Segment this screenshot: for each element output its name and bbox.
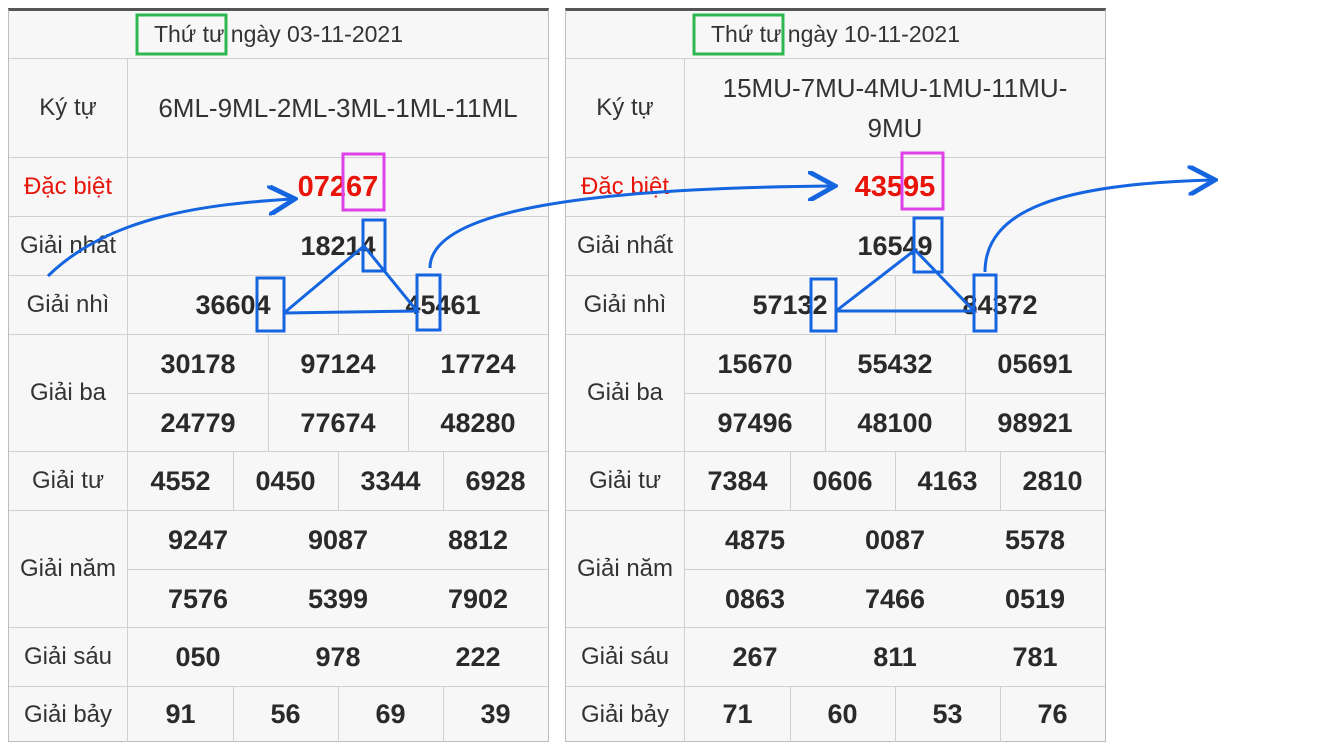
fourth-prize-2: 0450 [255,465,316,496]
seventh-prize-3: 53 [932,699,963,729]
row-fourth: Giải tư 4552 0450 3344 6928 [9,452,548,511]
seventh-prize-2: 56 [270,699,301,729]
first-prize: 16549 [857,230,933,261]
row-fifth: Giải năm 4875 0087 5578 0863 7466 0519 [566,511,1105,628]
fifth-prize-4: 7576 [167,583,229,614]
third-prize-1: 30178 [160,348,236,379]
fourth-prize-3: 4163 [917,465,978,496]
fifth-prize-1: 4875 [724,524,786,555]
fifth-prize-1: 9247 [167,524,229,555]
second-label: Giải nhì [566,276,685,334]
fourth-prize-3: 3344 [360,465,421,496]
sixth-label: Giải sáu [566,628,685,686]
seventh-prize-2: 60 [827,699,858,729]
row-second: Giải nhì 36604 45461 [9,276,548,335]
row-sixth: Giải sáu 267 811 781 [566,628,1105,687]
fifth-label: Giải năm [9,511,128,627]
special-prize: 43595 [854,170,936,203]
results-table-left: Thứ tư ngày 03-11-2021 Ký tự 6ML-9ML-2ML… [8,8,549,742]
date-header: Thứ tư ngày 03-11-2021 [9,11,548,59]
sixth-prize-1: 050 [175,641,221,672]
third-prize-5: 77674 [300,407,376,438]
sixth-prize-3: 781 [1012,641,1058,672]
row-first: Giải nhất 16549 [566,217,1105,276]
fifth-prize-2: 0087 [864,524,926,555]
code-value: 15MU-7MU-4MU-1MU-11MU-9MU [722,73,1068,143]
row-fifth: Giải năm 9247 9087 8812 7576 5399 7902 [9,511,548,628]
row-first: Giải nhất 18214 [9,217,548,276]
third-prize-4: 24779 [160,407,236,438]
sixth-prize-2: 978 [315,641,361,672]
row-special: Đặc biệt 07267 [9,158,548,217]
fifth-prize-6: 7902 [447,583,509,614]
special-label: Đặc biệt [566,158,685,216]
third-prize-2: 55432 [857,348,933,379]
row-special: Đặc biệt 43595 [566,158,1105,217]
date-header: Thứ tư ngày 10-11-2021 [566,11,1105,59]
row-fourth: Giải tư 7384 0606 4163 2810 [566,452,1105,511]
sixth-label: Giải sáu [9,628,128,686]
fourth-label: Giải tư [566,452,685,510]
fifth-prize-6: 0519 [1004,583,1066,614]
third-prize-5: 48100 [857,407,933,438]
third-prize-4: 97496 [717,407,793,438]
results-table-right: Thứ tư ngày 10-11-2021 Ký tự 15MU-7MU-4M… [565,8,1106,742]
row-third: Giải ba 15670 55432 05691 97496 48100 98… [566,335,1105,452]
seventh-prize-4: 39 [480,699,511,729]
row-code: Ký tự 6ML-9ML-2ML-3ML-1ML-11ML [9,59,548,158]
second-prize-1: 36604 [195,289,271,320]
seventh-prize-1: 91 [165,699,196,729]
fifth-prize-5: 5399 [307,583,369,614]
second-prize-2: 84372 [962,289,1038,320]
fifth-prize-3: 5578 [1004,524,1066,555]
first-label: Giải nhất [566,217,685,275]
fifth-prize-5: 7466 [864,583,926,614]
third-prize-6: 48280 [440,407,516,438]
second-prize-2: 45461 [405,289,481,320]
date-header-text: Thứ tư ngày 10-11-2021 [710,21,960,47]
seventh-label: Giải bảy [9,687,128,742]
seventh-prize-3: 69 [375,699,406,729]
third-prize-6: 98921 [997,407,1073,438]
seventh-prize-1: 71 [722,699,753,729]
fifth-prize-3: 8812 [447,524,509,555]
sixth-prize-3: 222 [455,641,501,672]
third-prize-3: 17724 [440,348,516,379]
seventh-label: Giải bảy [566,687,685,742]
date-header-text: Thứ tư ngày 03-11-2021 [153,21,403,47]
code-label: Ký tự [566,59,685,157]
fifth-prize-4: 0863 [724,583,786,614]
row-third: Giải ba 30178 97124 17724 24779 77674 48… [9,335,548,452]
special-label: Đặc biệt [9,158,128,216]
row-code: Ký tự 15MU-7MU-4MU-1MU-11MU-9MU [566,59,1105,158]
second-label: Giải nhì [9,276,128,334]
second-prize-1: 57132 [752,289,828,320]
third-label: Giải ba [566,335,685,451]
first-label: Giải nhất [9,217,128,275]
fourth-prize-2: 0606 [812,465,873,496]
fourth-label: Giải tư [9,452,128,510]
row-seventh: Giải bảy 71 60 53 76 [566,687,1105,742]
third-prize-1: 15670 [717,348,793,379]
fifth-label: Giải năm [566,511,685,627]
third-prize-3: 05691 [997,348,1073,379]
fourth-prize-1: 4552 [150,465,211,496]
row-sixth: Giải sáu 050 978 222 [9,628,548,687]
code-label: Ký tự [9,59,128,157]
first-prize: 18214 [300,230,376,261]
row-second: Giải nhì 57132 84372 [566,276,1105,335]
third-prize-2: 97124 [300,348,376,379]
sixth-prize-2: 811 [873,641,917,672]
third-label: Giải ba [9,335,128,451]
sixth-prize-1: 267 [732,641,778,672]
special-prize: 07267 [297,170,379,203]
fifth-prize-2: 9087 [307,524,369,555]
fourth-prize-1: 7384 [707,465,768,496]
code-value: 6ML-9ML-2ML-3ML-1ML-11ML [158,93,518,123]
fourth-prize-4: 2810 [1022,465,1083,496]
seventh-prize-4: 76 [1037,699,1068,729]
row-seventh: Giải bảy 91 56 69 39 [9,687,548,742]
fourth-prize-4: 6928 [465,465,526,496]
